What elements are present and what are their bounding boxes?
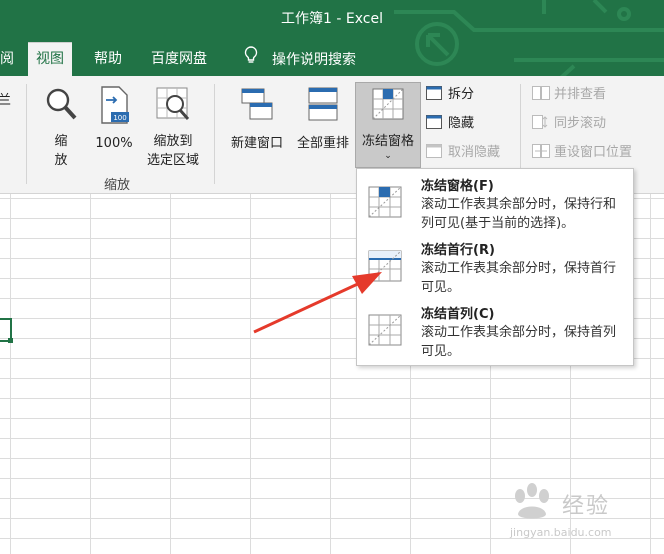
zoom-100-icon: 100 [92, 86, 136, 130]
unhide-label: 取消隐藏 [448, 145, 501, 160]
menu-item-description: 滚动工作表其余部分时，保持首列可见。 [421, 325, 617, 359]
menu-item-freeze-first-column[interactable]: 冻结首列(C) 滚动工作表其余部分时，保持首列可见。 [357, 299, 633, 363]
menu-item-freeze-top-row[interactable]: 冻结首行(R) 滚动工作表其余部分时，保持首行可见。 [357, 235, 633, 299]
view-side-by-side-button[interactable]: 并排查看 [532, 84, 606, 106]
zoom-selection-line1: 缩放到 [153, 134, 193, 149]
freeze-panes-icon [356, 86, 420, 128]
window-title: 工作簿1 - Excel [281, 11, 383, 27]
fill-handle[interactable] [8, 338, 13, 343]
sync-scroll-icon [532, 115, 548, 129]
tab-help[interactable]: 帮助 [86, 44, 130, 76]
view-side-by-side-label: 并排查看 [554, 87, 607, 102]
zoom-to-selection-button[interactable]: 缩放到 选定区域 [140, 86, 206, 170]
freeze-panes-icon [367, 185, 403, 223]
zoom-label-line1: 缩 [54, 134, 68, 149]
zoom-label-line2: 放 [54, 153, 68, 168]
freeze-panes-menu: 冻结窗格(F) 滚动工作表其余部分时，保持行和列可见(基于当前的选择)。 冻结首… [356, 168, 634, 366]
zoom-to-selection-icon [140, 86, 206, 128]
reset-position-icon [532, 144, 550, 158]
freeze-panes-label: 冻结窗格 [361, 134, 414, 149]
freeze-panes-button[interactable]: 冻结窗格 ⌄ [355, 82, 421, 168]
split-icon [426, 86, 442, 100]
menu-item-title: 冻结首行(R) [421, 243, 495, 258]
tell-me-label: 操作说明搜索 [272, 52, 356, 68]
zoom-group-label: 缩放 [104, 178, 131, 193]
title-bar: 工作簿1 - Excel [0, 0, 664, 34]
freeze-top-row-icon [367, 249, 403, 287]
zoom-button[interactable]: 缩 放 [38, 86, 84, 170]
group-divider [214, 84, 215, 184]
tab-view[interactable]: 视图 [28, 42, 72, 76]
menu-item-title: 冻结窗格(F) [421, 179, 494, 194]
reset-window-position-label: 重设窗口位置 [554, 145, 633, 160]
tab-review[interactable]: 阅 [0, 44, 22, 76]
hide-icon [426, 115, 442, 129]
group-divider [26, 84, 27, 184]
arrange-all-icon [290, 86, 356, 128]
sync-scroll-button[interactable]: 同步滚动 [532, 113, 606, 135]
new-window-label: 新建窗口 [230, 136, 283, 151]
arrange-all-button[interactable]: 全部重排 [290, 86, 356, 153]
tell-me-search[interactable]: 操作说明搜索 [236, 44, 364, 76]
magnifier-icon [38, 86, 84, 128]
reset-window-position-button[interactable]: 重设窗口位置 [532, 142, 632, 164]
freeze-panes-content: 冻结窗格 ⌄ [356, 86, 420, 161]
chevron-down-icon: ⌄ [384, 151, 392, 161]
zoom-100-badge: 100 [113, 114, 126, 122]
baidu-jingyan-watermark: 经验 jingyan.baidu.com [508, 480, 658, 550]
menu-item-description: 滚动工作表其余部分时，保持行和列可见(基于当前的选择)。 [421, 197, 617, 231]
unhide-button[interactable]: 取消隐藏 [426, 142, 500, 164]
hide-button[interactable]: 隐藏 [426, 113, 474, 135]
watermark-url: jingyan.baidu.com [510, 526, 612, 539]
freeze-first-column-icon [367, 313, 403, 351]
side-by-side-icon [532, 86, 550, 100]
ribbon-left-cut-label: 兰 [0, 93, 12, 108]
tab-baidu-netdisk[interactable]: 百度网盘 [143, 44, 215, 76]
new-window-icon [224, 86, 290, 128]
sync-scroll-label: 同步滚动 [554, 116, 607, 131]
paw-logo-icon [515, 483, 549, 519]
ribbon-tab-row: 阅 视图 帮助 百度网盘 操作说明搜索 [0, 34, 664, 76]
unhide-icon [426, 144, 442, 158]
menu-item-title: 冻结首列(C) [421, 307, 495, 322]
watermark-text: 经验 [562, 494, 611, 519]
hide-label: 隐藏 [448, 116, 475, 131]
split-button[interactable]: 拆分 [426, 84, 474, 106]
zoom-selection-line2: 选定区域 [146, 153, 199, 168]
zoom-100-button[interactable]: 100 100% [92, 86, 136, 153]
lightbulb-icon [244, 44, 258, 74]
zoom-100-label: 100% [95, 136, 133, 151]
new-window-button[interactable]: 新建窗口 [224, 86, 290, 153]
arrange-all-label: 全部重排 [296, 136, 349, 151]
menu-item-freeze-panes[interactable]: 冻结窗格(F) 滚动工作表其余部分时，保持行和列可见(基于当前的选择)。 [357, 171, 633, 235]
menu-item-description: 滚动工作表其余部分时，保持首行可见。 [421, 261, 617, 295]
split-label: 拆分 [448, 87, 475, 102]
